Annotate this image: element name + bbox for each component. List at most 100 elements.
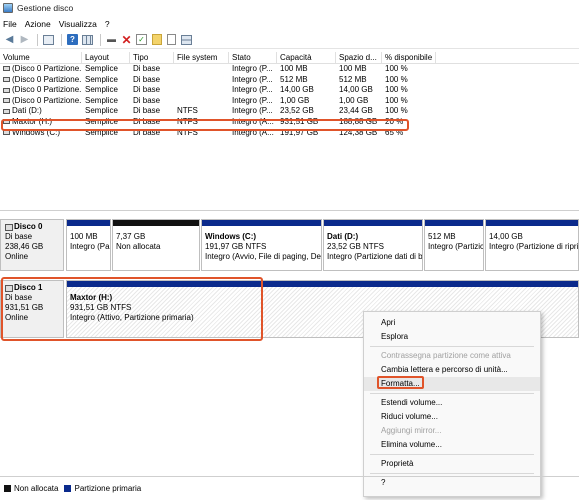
table-cell: Semplice (82, 75, 130, 86)
volume-list-header: Volume Layout Tipo File system Stato Cap… (0, 51, 579, 64)
table-cell-text: Maxtor (H:) (12, 116, 52, 126)
menu-item-esplora[interactable]: Esplora (364, 330, 540, 344)
volume-icon (3, 98, 10, 104)
primary-partition-bar (67, 220, 110, 226)
table-cell-text: (Disco 0 Partizione... (12, 95, 82, 105)
partition-status: Integro (Pa (70, 242, 110, 251)
table-cell-text: Integro (P... (232, 106, 273, 116)
table-cell: (Disco 0 Partizione... (0, 96, 82, 107)
column-header-layout[interactable]: Layout (82, 51, 130, 64)
disk0-partition-1[interactable]: 100 MB Integro (Pa (66, 219, 111, 271)
menu-bar: File Azione Visualizza ? (0, 16, 579, 31)
column-header-spazio[interactable]: Spazio d... (336, 51, 382, 64)
menu-item-apri[interactable]: Apri (364, 316, 540, 330)
table-cell-text: NTFS (177, 127, 198, 137)
menu-file[interactable]: File (3, 19, 17, 29)
settings-view-button[interactable] (180, 33, 193, 46)
menu-item-proprieta[interactable]: Proprietà (364, 457, 540, 471)
table-cell-text: 191,97 GB (280, 127, 319, 137)
column-header-capacita[interactable]: Capacità (277, 51, 336, 64)
disk0-partition-windows[interactable]: Windows (C:) 191,97 GB NTFS Integro (Avv… (201, 219, 322, 271)
list-view-button[interactable] (81, 33, 94, 46)
menu-item-cambia-lettera[interactable]: Cambia lettera e percorso di unità... (364, 363, 540, 377)
table-cell-text: NTFS (177, 116, 198, 126)
table-cell: Semplice (82, 85, 130, 96)
disk0-partition-recovery[interactable]: 14,00 GB Integro (Partizione di ripri (485, 219, 579, 271)
disk0-partition-dati[interactable]: Dati (D:) 23,52 GB NTFS Integro (Partizi… (323, 219, 423, 271)
connect-drive-button[interactable]: ▬ (105, 33, 118, 46)
properties-button[interactable] (165, 33, 178, 46)
title-bar: Gestione disco (0, 0, 579, 16)
disk0-status: Online (5, 252, 29, 261)
toolbar-separator (37, 33, 38, 46)
unallocated-bar (113, 220, 199, 226)
table-cell-text: 512 MB (339, 74, 367, 84)
table-cell-text: 124,38 GB (339, 127, 378, 137)
table-cell-text: (Disco 0 Partizione... (12, 74, 82, 84)
menu-item-riduci[interactable]: Riduci volume... (364, 410, 540, 424)
volume-icon (3, 129, 10, 135)
disk0-unallocated[interactable]: 7,37 GB Non allocata (112, 219, 200, 271)
disk0-name: Disco 0 (5, 222, 59, 232)
table-cell: 100 % (382, 96, 436, 107)
table-cell: 20 % (382, 117, 436, 128)
column-header-volume[interactable]: Volume (0, 51, 82, 64)
disk1-type: Di base (5, 293, 33, 302)
table-cell: 14,00 GB (277, 85, 336, 96)
table-row[interactable]: (Disco 0 Partizione... Semplice Di base Int… (0, 64, 579, 75)
menu-visualizza[interactable]: Visualizza (59, 19, 97, 29)
table-cell: Di base (130, 75, 174, 86)
menu-item-elimina[interactable]: Elimina volume... (364, 438, 540, 452)
disk0-partition-5[interactable]: 512 MB Integro (Partizic (424, 219, 484, 271)
menu-azione[interactable]: Azione (25, 19, 51, 29)
table-row[interactable]: (Disco 0 Partizione... Semplice Di base Int… (0, 96, 579, 107)
column-header-filesystem[interactable]: File system (174, 51, 229, 64)
column-header-stato[interactable]: Stato (229, 51, 277, 64)
table-cell-text: Semplice (85, 95, 118, 105)
menu-item-aggiungi-mirror: Aggiungi mirror... (381, 426, 442, 435)
legend: Non allocata Partizione primaria (0, 476, 579, 500)
back-button[interactable]: ◀ (3, 33, 16, 46)
table-cell-text: Semplice (85, 64, 118, 73)
table-row[interactable]: (Disco 0 Partizione... Semplice Di base Int… (0, 85, 579, 96)
help-icon: ? (67, 34, 78, 45)
menu-item-contrassegna-attiva: Contrassegna partizione come attiva (381, 351, 511, 360)
table-cell-text: 14,00 GB (280, 85, 314, 95)
console-tree-button[interactable] (42, 33, 55, 46)
menu-item-formatta[interactable]: Formatta... (364, 377, 540, 391)
disk1-header[interactable]: Disco 1 Di base 931,51 GB Online (0, 280, 64, 338)
disk0-header[interactable]: Disco 0 Di base 238,46 GB Online (0, 219, 64, 271)
table-row[interactable]: Dati (D:) Semplice Di base NTFS Integro (P..… (0, 106, 579, 117)
table-cell-text: Di base (133, 106, 161, 116)
open-folder-button[interactable] (150, 33, 163, 46)
table-cell-text: Integro (P... (232, 85, 273, 95)
table-cell: 512 MB (336, 75, 382, 86)
table-cell: 23,44 GB (336, 106, 382, 117)
table-cell: 100 MB (277, 64, 336, 75)
table-cell: (Disco 0 Partizione... (0, 85, 82, 96)
table-row[interactable]: (Disco 0 Partizione... Semplice Di base Int… (0, 75, 579, 86)
table-row[interactable]: Windows (C:) Semplice Di base NTFS Integro (… (0, 128, 579, 139)
column-header-disponibile[interactable]: % disponibile (382, 51, 436, 64)
forward-button[interactable]: ▶ (18, 33, 31, 46)
delete-button[interactable]: ✕ (120, 33, 133, 46)
table-cell: 23,52 GB (277, 106, 336, 117)
help-button[interactable]: ? (66, 33, 79, 46)
table-cell: 1,00 GB (277, 96, 336, 107)
folder-icon (151, 34, 162, 45)
table-cell-text: 100 % (385, 64, 408, 73)
table-cell-text: Di base (133, 74, 161, 84)
legend-label: Non allocata (14, 484, 59, 493)
table-cell: 100 % (382, 64, 436, 75)
menu-item-estendi[interactable]: Estendi volume... (364, 396, 540, 410)
table-cell: Integro (P... (229, 96, 277, 107)
primary-partition-bar (486, 220, 578, 226)
table-row[interactable]: Maxtor (H:) Semplice Di base NTFS Integro (A… (0, 117, 579, 128)
table-cell: Windows (C:) (0, 128, 82, 139)
table-cell: 100 % (382, 106, 436, 117)
check-button[interactable]: ✓ (135, 33, 148, 46)
table-cell: 931,51 GB (277, 117, 336, 128)
menu-help[interactable]: ? (105, 19, 110, 29)
table-cell-text: 65 % (385, 127, 404, 137)
column-header-tipo[interactable]: Tipo (130, 51, 174, 64)
